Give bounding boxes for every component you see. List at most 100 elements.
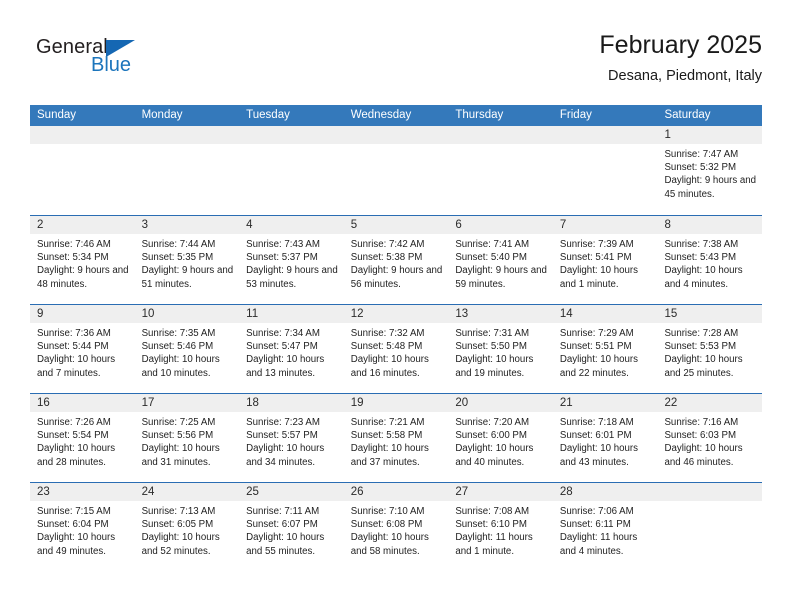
sunset-text: Sunset: 5:54 PM [37,430,109,442]
calendar-day-cell[interactable]: 18 Sunrise: 7:23 AM Sunset: 5:57 PM Dayligh… [239,394,344,482]
sunrise-text: Sunrise: 7:35 AM [141,328,216,339]
daylight-text: Daylight: 10 hours and 7 minutes. [37,354,116,379]
sunset-text: Sunset: 5:48 PM [350,341,423,353]
calendar-weeks: 1 Sunrise: 7:47 AM Sunset: 5:32 PM Daylight… [30,126,763,571]
sunrise-text: Sunrise: 7:26 AM [37,417,111,428]
calendar-day-cell[interactable]: 14 Sunrise: 7:29 AM Sunset: 5:51 PM Dayligh… [552,305,658,393]
calendar-day-cell[interactable]: 20 Sunrise: 7:20 AM Sunset: 6:00 PM Dayligh… [448,394,553,482]
day-number: 10 [134,305,240,323]
daylight-text: Daylight: 10 hours and 40 minutes. [455,443,534,468]
day-number [343,126,449,144]
sunrise-text: Sunrise: 7:32 AM [350,328,425,339]
day-sun-info: Sunrise: 7:20 AM Sunset: 6:00 PM Daylight:… [448,412,553,469]
weekday-sunday: Sunday [37,109,77,121]
daylight-text: Daylight: 9 hours and 59 minutes. [455,265,547,290]
sunset-text: Sunset: 6:01 PM [559,430,632,442]
sunrise-text: Sunrise: 7:10 AM [350,506,425,517]
day-number: 21 [552,394,658,412]
sunset-text: Sunset: 6:08 PM [350,519,423,531]
calendar-day-cell[interactable]: 4 Sunrise: 7:43 AM Sunset: 5:37 PM Daylight… [239,216,344,304]
calendar-day-cell-empty [30,126,135,215]
sunset-text: Sunset: 6:04 PM [37,519,109,531]
calendar-day-cell[interactable]: 24 Sunrise: 7:13 AM Sunset: 6:05 PM Dayligh… [134,483,240,571]
weekday-monday: Monday [141,109,183,121]
calendar-day-cell[interactable]: 3 Sunrise: 7:44 AM Sunset: 5:35 PM Daylight… [134,216,240,304]
daylight-text: Daylight: 10 hours and 49 minutes. [37,532,116,557]
calendar-day-cell[interactable]: 27 Sunrise: 7:08 AM Sunset: 6:10 PM Dayligh… [448,483,553,571]
sunrise-text: Sunrise: 7:11 AM [246,506,320,517]
day-sun-info: Sunrise: 7:15 AM Sunset: 6:04 PM Daylight:… [30,501,135,558]
calendar-day-cell[interactable]: 11 Sunrise: 7:34 AM Sunset: 5:47 PM Dayligh… [239,305,344,393]
sunrise-text: Sunrise: 7:06 AM [559,506,634,517]
sunset-text: Sunset: 5:47 PM [246,341,318,353]
day-sun-info: Sunrise: 7:46 AM Sunset: 5:34 PM Daylight:… [30,234,135,291]
daylight-text: Daylight: 9 hours and 53 minutes. [246,265,338,290]
calendar-week-row: 16 Sunrise: 7:26 AM Sunset: 5:54 PM Dayligh… [30,393,763,482]
day-sun-info: Sunrise: 7:38 AM Sunset: 5:43 PM Daylight:… [657,234,762,291]
day-number [552,126,658,144]
calendar-day-cell[interactable]: 1 Sunrise: 7:47 AM Sunset: 5:32 PM Daylight… [657,126,763,215]
calendar-day-cell[interactable]: 28 Sunrise: 7:06 AM Sunset: 6:11 PM Dayligh… [552,483,658,571]
weekday-saturday: Saturday [664,109,711,121]
day-number: 2 [30,216,135,234]
calendar-day-cell-empty [552,126,658,215]
daylight-text: Daylight: 11 hours and 4 minutes. [559,532,638,557]
sunrise-text: Sunrise: 7:43 AM [246,239,320,250]
calendar-day-cell[interactable]: 12 Sunrise: 7:32 AM Sunset: 5:48 PM Dayligh… [343,305,449,393]
sunset-text: Sunset: 5:35 PM [141,252,214,264]
day-sun-info: Sunrise: 7:25 AM Sunset: 5:56 PM Daylight:… [135,412,240,469]
sunrise-text: Sunrise: 7:23 AM [246,417,320,428]
sunset-text: Sunset: 5:40 PM [455,252,527,264]
daylight-text: Daylight: 10 hours and 31 minutes. [141,443,220,468]
day-number: 25 [239,483,344,501]
calendar-day-cell[interactable]: 10 Sunrise: 7:35 AM Sunset: 5:46 PM Dayligh… [134,305,240,393]
calendar-week-row: 23 Sunrise: 7:15 AM Sunset: 6:04 PM Dayligh… [30,482,763,571]
daylight-text: Daylight: 9 hours and 56 minutes. [350,265,443,290]
calendar-day-cell[interactable]: 13 Sunrise: 7:31 AM Sunset: 5:50 PM Dayligh… [448,305,553,393]
calendar-day-cell[interactable]: 5 Sunrise: 7:42 AM Sunset: 5:38 PM Daylight… [343,216,449,304]
day-sun-info: Sunrise: 7:47 AM Sunset: 5:32 PM Daylight:… [657,144,762,201]
calendar-day-cell[interactable]: 21 Sunrise: 7:18 AM Sunset: 6:01 PM Dayligh… [552,394,658,482]
sunset-text: Sunset: 5:57 PM [246,430,318,442]
sunrise-text: Sunrise: 7:44 AM [141,239,216,250]
daylight-text: Daylight: 10 hours and 13 minutes. [246,354,325,379]
calendar-day-cell[interactable]: 19 Sunrise: 7:21 AM Sunset: 5:58 PM Dayligh… [343,394,449,482]
calendar-day-cell[interactable]: 8 Sunrise: 7:38 AM Sunset: 5:43 PM Daylight… [657,216,763,304]
weekday-wednesday: Wednesday [350,109,412,121]
sunset-text: Sunset: 5:46 PM [141,341,214,353]
sunrise-text: Sunrise: 7:46 AM [37,239,111,250]
sunset-text: Sunset: 5:34 PM [37,252,109,264]
page-subtitle: Desana, Piedmont, Italy [608,68,762,84]
calendar-day-cell[interactable]: 25 Sunrise: 7:11 AM Sunset: 6:07 PM Dayligh… [239,483,344,571]
calendar-day-cell[interactable]: 16 Sunrise: 7:26 AM Sunset: 5:54 PM Dayligh… [30,394,135,482]
calendar-day-cell[interactable]: 7 Sunrise: 7:39 AM Sunset: 5:41 PM Daylight… [552,216,658,304]
calendar-day-cell[interactable]: 6 Sunrise: 7:41 AM Sunset: 5:40 PM Daylight… [448,216,553,304]
calendar-day-cell[interactable]: 26 Sunrise: 7:10 AM Sunset: 6:08 PM Dayligh… [343,483,449,571]
calendar-day-cell[interactable]: 9 Sunrise: 7:36 AM Sunset: 5:44 PM Daylight… [30,305,135,393]
weekday-thursday: Thursday [455,109,504,121]
daylight-text: Daylight: 9 hours and 45 minutes. [664,175,757,200]
day-sun-info: Sunrise: 7:44 AM Sunset: 5:35 PM Daylight:… [135,234,240,291]
calendar-day-cell[interactable]: 23 Sunrise: 7:15 AM Sunset: 6:04 PM Dayligh… [30,483,135,571]
calendar-day-cell[interactable]: 15 Sunrise: 7:28 AM Sunset: 5:53 PM Dayligh… [657,305,763,393]
general-blue-logo[interactable]: General Blue [30,36,230,92]
calendar-day-cell[interactable]: 22 Sunrise: 7:16 AM Sunset: 6:03 PM Dayligh… [657,394,763,482]
sunset-text: Sunset: 5:56 PM [141,430,214,442]
sunrise-text: Sunrise: 7:41 AM [455,239,530,250]
sunrise-text: Sunrise: 7:29 AM [559,328,634,339]
sunrise-text: Sunrise: 7:13 AM [141,506,216,517]
calendar-day-cell[interactable]: 17 Sunrise: 7:25 AM Sunset: 5:56 PM Dayligh… [134,394,240,482]
sunset-text: Sunset: 5:37 PM [246,252,318,264]
sunset-text: Sunset: 5:58 PM [350,430,423,442]
sunset-text: Sunset: 6:11 PM [559,519,631,531]
day-number: 12 [343,305,449,323]
page-title: February 2025 [599,31,762,59]
daylight-text: Daylight: 10 hours and 37 minutes. [350,443,429,468]
calendar-day-cell-empty [239,126,344,215]
sunset-text: Sunset: 5:38 PM [350,252,423,264]
day-sun-info: Sunrise: 7:43 AM Sunset: 5:37 PM Daylight:… [239,234,344,291]
day-number: 15 [657,305,763,323]
calendar-week-row: 9 Sunrise: 7:36 AM Sunset: 5:44 PM Daylight… [30,304,763,393]
day-number: 13 [448,305,553,323]
calendar-day-cell[interactable]: 2 Sunrise: 7:46 AM Sunset: 5:34 PM Daylight… [30,216,135,304]
